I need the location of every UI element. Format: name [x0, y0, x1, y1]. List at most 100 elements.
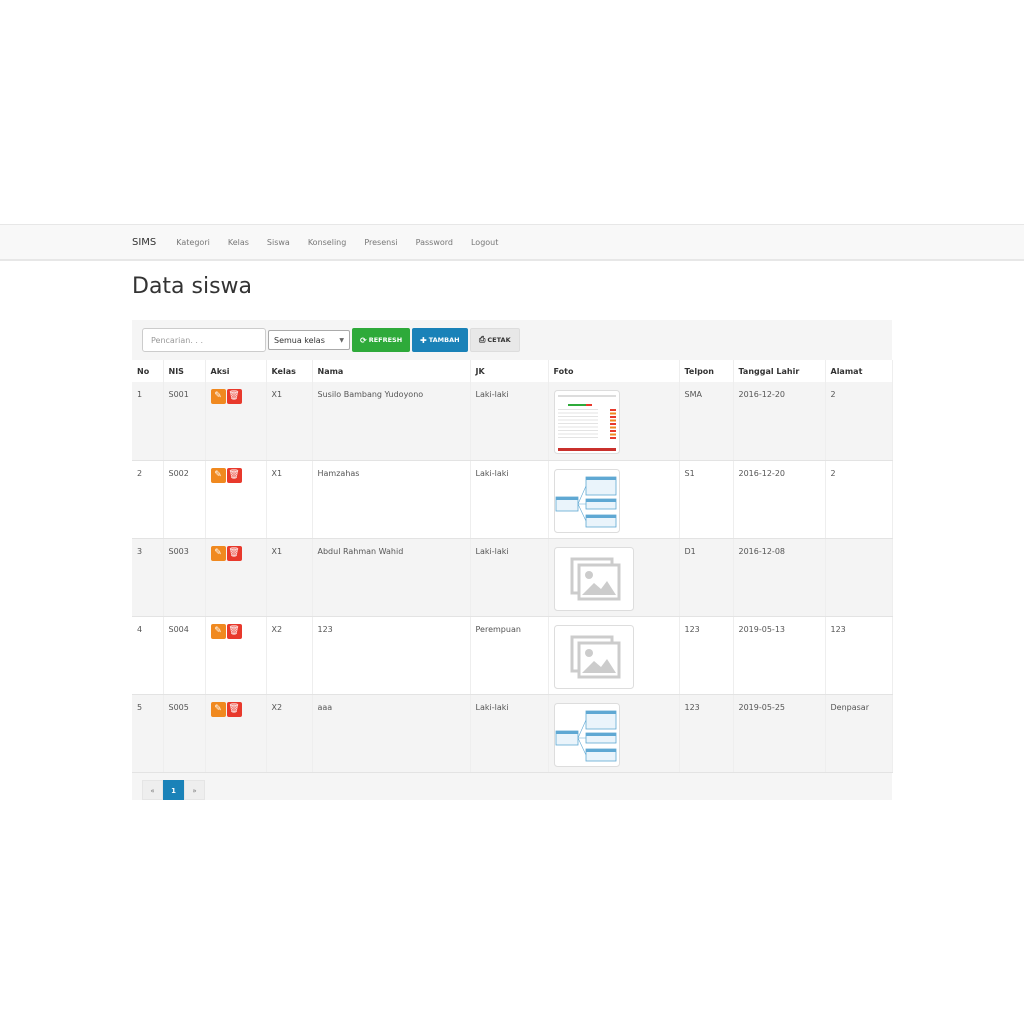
cell-foto	[548, 460, 680, 539]
data-panel: Semua kelas ▼ ⟳ REFRESH ✚ TAMBAH ⎙ CETAK…	[132, 320, 893, 800]
page-title: Data siswa	[132, 274, 253, 299]
cell-alamat	[825, 538, 893, 617]
header-tanggal-lahir[interactable]: Tanggal Lahir	[733, 360, 826, 382]
nav-item-kategori[interactable]: Kategori	[176, 238, 210, 247]
cell-nama: Susilo Bambang Yudoyono	[312, 382, 471, 461]
trash-icon[interactable]: 🗑	[226, 545, 242, 561]
cell-aksi: ✎ 🗑	[205, 460, 267, 539]
table-row: 3 S003 ✎ 🗑 X1 Abdul Rahman Wahid Laki-laki D1 20…	[132, 538, 893, 617]
edit-icon[interactable]: ✎	[210, 467, 226, 483]
student-photo	[553, 468, 674, 535]
header-kelas[interactable]: Kelas	[266, 360, 313, 382]
plus-icon: ✚	[420, 335, 427, 345]
cell-aksi: ✎ 🗑	[205, 616, 267, 695]
cell-foto	[548, 694, 680, 773]
trash-icon[interactable]: 🗑	[226, 389, 242, 404]
table-body: 1 S001 ✎ 🗑 X1 Susilo Bambang Yudoyono Laki-lak…	[132, 382, 893, 773]
students-table: No NIS Aksi Kelas Nama JK Foto Telpon Ta…	[132, 360, 893, 773]
cell-alamat: 123	[825, 616, 893, 695]
nav-item-konseling[interactable]: Konseling	[308, 238, 347, 247]
cell-aksi: ✎ 🗑	[205, 694, 267, 773]
cell-jk: Laki-laki	[470, 460, 549, 539]
table-header-row: No NIS Aksi Kelas Nama JK Foto Telpon Ta…	[132, 360, 893, 382]
cell-no: 3	[132, 538, 164, 617]
student-photo	[553, 702, 674, 769]
cell-telpon: 123	[679, 694, 734, 773]
cell-nama: aaa	[312, 694, 471, 773]
cell-alamat: 2	[825, 460, 893, 539]
cell-tanggal-lahir: 2016-12-20	[733, 460, 826, 539]
cell-telpon: SMA	[679, 382, 734, 461]
trash-icon[interactable]: 🗑	[226, 701, 242, 717]
chevron-down-icon: ▼	[339, 336, 344, 344]
header-no[interactable]: No	[132, 360, 164, 382]
table-row: 4 S004 ✎ 🗑 X2 123 Perempuan 123 2019-05-13 123	[132, 616, 893, 695]
cell-jk: Laki-laki	[470, 694, 549, 773]
toolbar: Semua kelas ▼ ⟳ REFRESH ✚ TAMBAH ⎙ CETAK	[142, 328, 520, 352]
cell-nis: S003	[163, 538, 206, 617]
cell-foto	[548, 382, 680, 461]
cell-kelas: X1	[266, 382, 313, 461]
cell-nis: S001	[163, 382, 206, 461]
header-jk[interactable]: JK	[470, 360, 549, 382]
add-button[interactable]: ✚ TAMBAH	[412, 328, 468, 352]
cell-jk: Laki-laki	[470, 538, 549, 617]
cell-aksi: ✎ 🗑	[205, 538, 267, 617]
cell-kelas: X2	[266, 616, 313, 695]
brand-link[interactable]: SIMS	[132, 237, 156, 248]
header-telpon[interactable]: Telpon	[679, 360, 734, 382]
header-foto: Foto	[548, 360, 680, 382]
refresh-icon: ⟳	[360, 335, 367, 345]
search-input[interactable]	[142, 328, 266, 352]
pagination-prev[interactable]: «	[142, 780, 163, 800]
pagination: « 1 »	[142, 780, 205, 800]
cell-nama: Abdul Rahman Wahid	[312, 538, 471, 617]
trash-icon[interactable]: 🗑	[226, 623, 242, 639]
refresh-button[interactable]: ⟳ REFRESH	[352, 328, 410, 352]
pagination-page-1[interactable]: 1	[163, 780, 184, 800]
cell-nama: 123	[312, 616, 471, 695]
table-row: 5 S005 ✎ 🗑 X2 aaa Laki-laki 123 2019-05-25 Denpas…	[132, 694, 893, 773]
table-row: 2 S002 ✎ 🗑 X1 Hamzahas Laki-laki S1 2016-12-20 2	[132, 460, 893, 539]
cell-foto	[548, 616, 680, 695]
table-row: 1 S001 ✎ 🗑 X1 Susilo Bambang Yudoyono Laki-lak…	[132, 382, 893, 461]
cell-no: 1	[132, 382, 164, 461]
cell-telpon: D1	[679, 538, 734, 617]
cell-tanggal-lahir: 2019-05-13	[733, 616, 826, 695]
print-button[interactable]: ⎙ CETAK	[470, 328, 520, 352]
edit-icon[interactable]: ✎	[210, 623, 226, 639]
cell-telpon: S1	[679, 460, 734, 539]
cell-foto	[548, 538, 680, 617]
student-photo	[553, 390, 674, 456]
student-photo	[553, 546, 674, 613]
cell-nis: S005	[163, 694, 206, 773]
nav-container: SIMS Kategori Kelas Siswa Konseling Pres…	[132, 225, 516, 259]
nav-item-logout[interactable]: Logout	[471, 238, 498, 247]
nav-item-siswa[interactable]: Siswa	[267, 238, 290, 247]
cell-aksi: ✎ 🗑	[205, 382, 267, 461]
cell-kelas: X2	[266, 694, 313, 773]
cell-no: 2	[132, 460, 164, 539]
edit-icon[interactable]: ✎	[210, 545, 226, 561]
header-aksi: Aksi	[205, 360, 267, 382]
cell-no: 4	[132, 616, 164, 695]
student-photo	[553, 624, 674, 691]
nav-item-presensi[interactable]: Presensi	[364, 238, 397, 247]
nav-item-kelas[interactable]: Kelas	[228, 238, 249, 247]
cell-telpon: 123	[679, 616, 734, 695]
cell-alamat: 2	[825, 382, 893, 461]
header-alamat[interactable]: Alamat	[825, 360, 893, 382]
edit-icon[interactable]: ✎	[210, 389, 226, 404]
cell-nis: S002	[163, 460, 206, 539]
pagination-next[interactable]: »	[184, 780, 205, 800]
trash-icon[interactable]: 🗑	[226, 467, 242, 483]
header-nama[interactable]: Nama	[312, 360, 471, 382]
top-navbar: SIMS Kategori Kelas Siswa Konseling Pres…	[0, 224, 1024, 261]
cell-tanggal-lahir: 2019-05-25	[733, 694, 826, 773]
edit-icon[interactable]: ✎	[210, 701, 226, 717]
nav-item-password[interactable]: Password	[416, 238, 453, 247]
cell-tanggal-lahir: 2016-12-08	[733, 538, 826, 617]
class-filter-select[interactable]: Semua kelas ▼	[268, 330, 350, 350]
cell-no: 5	[132, 694, 164, 773]
header-nis[interactable]: NIS	[163, 360, 206, 382]
